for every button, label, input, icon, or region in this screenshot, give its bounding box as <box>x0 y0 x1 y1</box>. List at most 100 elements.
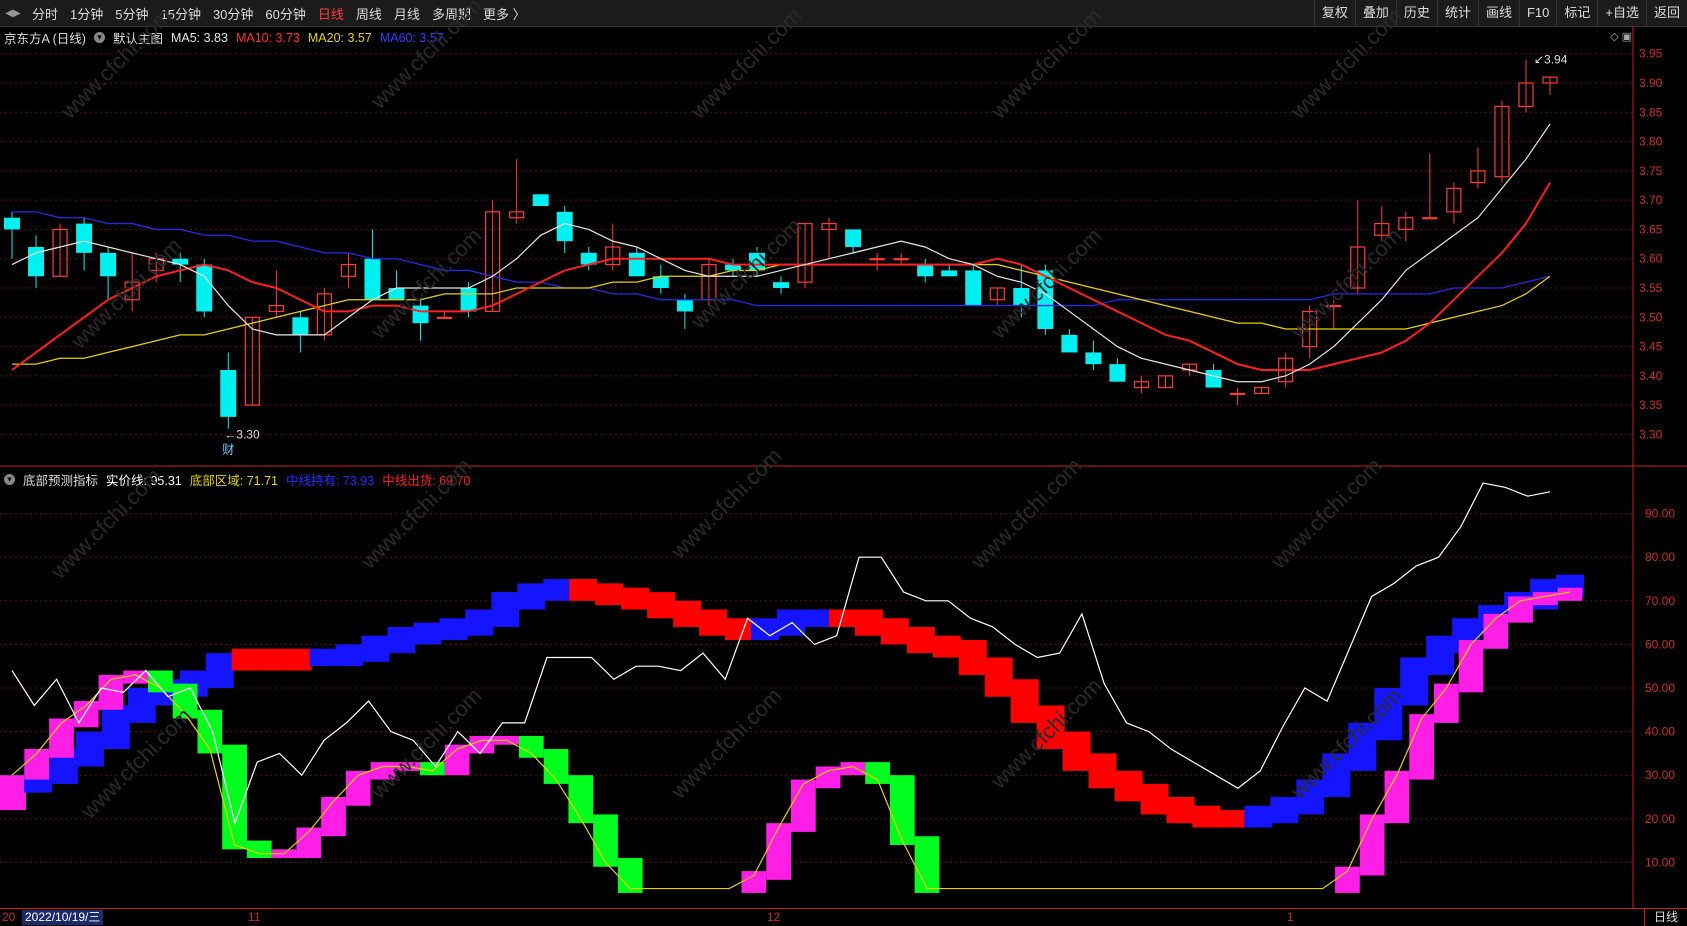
high-price-label: ↙3.94 <box>1534 53 1568 67</box>
main-y-tick: 3.50 <box>1639 310 1663 324</box>
watermark-text: www.cfchi.com <box>665 683 786 804</box>
watermark-text: www.cfchi.com <box>365 683 486 804</box>
main-y-tick: 3.30 <box>1639 427 1663 441</box>
candle <box>869 252 885 271</box>
ind-y-tick: 30.00 <box>1645 768 1675 782</box>
candle <box>436 311 453 319</box>
watermark-text: www.cfchi.com <box>1265 453 1386 574</box>
zone-block <box>1409 714 1434 780</box>
zone-block <box>889 775 915 845</box>
watermark-text: www.cfchi.com <box>965 453 1086 574</box>
trend-block <box>439 618 468 641</box>
month-tick-nov: 11 <box>248 910 261 924</box>
candle <box>989 287 1005 306</box>
trend-block <box>283 648 312 671</box>
candle <box>509 159 525 224</box>
ind-y-tick: 10.00 <box>1645 855 1675 869</box>
candle-body <box>941 270 958 277</box>
trend-block <box>880 618 909 645</box>
candle <box>340 252 357 288</box>
ind-y-tick: 90.00 <box>1645 507 1675 521</box>
candle <box>1085 340 1102 370</box>
trend-block <box>673 600 702 627</box>
main-y-tick: 3.60 <box>1639 252 1663 266</box>
candle-body <box>532 194 549 206</box>
month-tick-dec: 12 <box>767 910 781 924</box>
period-indicator[interactable]: 日线 <box>1644 909 1687 926</box>
trend-block <box>595 583 624 606</box>
trend-block <box>699 609 728 636</box>
candle <box>532 194 549 206</box>
trend-block <box>309 648 338 667</box>
candle <box>1470 147 1486 189</box>
candle <box>4 211 20 259</box>
candle-body <box>1109 364 1126 382</box>
main-y-tick: 3.65 <box>1639 222 1663 236</box>
candle-body <box>4 217 20 230</box>
candle-body <box>1061 334 1078 353</box>
candle <box>605 223 621 271</box>
trend-block <box>1140 783 1169 815</box>
main-y-tick: 3.35 <box>1639 398 1663 412</box>
low-price-label: ←3.30 <box>224 427 260 441</box>
month-tick-jan: 1 <box>1287 910 1294 924</box>
trend-block <box>205 653 234 688</box>
trend-block <box>1192 805 1221 828</box>
zone-block <box>1384 770 1410 824</box>
trend-block <box>802 609 831 627</box>
zone-block <box>1532 592 1558 606</box>
trend-block <box>854 609 883 636</box>
trend-block <box>1426 635 1455 675</box>
candle <box>196 258 213 318</box>
zone-block <box>840 762 866 776</box>
ind-y-tick: 80.00 <box>1645 550 1675 564</box>
cursor-date: 2022/10/19/三 <box>22 910 104 925</box>
candle-body <box>893 258 909 261</box>
kline-chart[interactable]: 3.95 3.90 3.85 3.80 3.75 3.70 3.65 3.60 3.55 3.50… <box>0 0 1687 908</box>
candle <box>821 217 837 259</box>
candle <box>1542 76 1558 95</box>
main-y-tick: 3.80 <box>1639 135 1663 149</box>
trend-block <box>1244 805 1273 828</box>
trend-block <box>1088 753 1117 789</box>
trend-block <box>932 635 961 658</box>
main-y-tick: 3.70 <box>1639 193 1663 207</box>
candle <box>28 235 45 288</box>
candle <box>364 229 381 300</box>
candle-body <box>773 282 789 288</box>
candle-body <box>364 258 381 300</box>
candle <box>1157 375 1174 389</box>
trend-block <box>335 644 364 667</box>
zone-block <box>246 840 272 859</box>
candle-body <box>220 370 237 417</box>
ind-y-tick: 60.00 <box>1645 637 1675 651</box>
trend-block <box>517 583 546 610</box>
zone-block <box>1359 814 1385 876</box>
trend-block <box>101 705 130 750</box>
trend-block <box>257 648 286 671</box>
main-y-tick: 3.75 <box>1639 164 1663 178</box>
candle <box>773 276 789 294</box>
trend-block <box>1270 797 1299 824</box>
watermark-text: www.cfchi.com <box>55 3 176 124</box>
candle <box>1133 375 1150 394</box>
watermark-text: www.cfchi.com <box>365 0 486 114</box>
candle-body <box>436 316 453 319</box>
candle <box>628 247 645 277</box>
trend-block <box>0 775 26 811</box>
trend-block <box>958 640 987 675</box>
trend-block <box>491 592 520 627</box>
zone-block <box>518 735 544 758</box>
main-y-tick: 3.95 <box>1639 47 1663 61</box>
finance-marker: 财 <box>222 442 234 456</box>
candle-body <box>628 252 645 277</box>
main-y-tick: 3.40 <box>1639 369 1663 383</box>
trend-block <box>1166 797 1195 824</box>
candle-body <box>292 317 309 335</box>
candle-body <box>460 288 477 312</box>
candle <box>556 206 573 253</box>
trend-block <box>984 657 1013 697</box>
trend-block <box>1400 657 1429 706</box>
candle <box>268 270 284 318</box>
candle <box>220 352 237 429</box>
